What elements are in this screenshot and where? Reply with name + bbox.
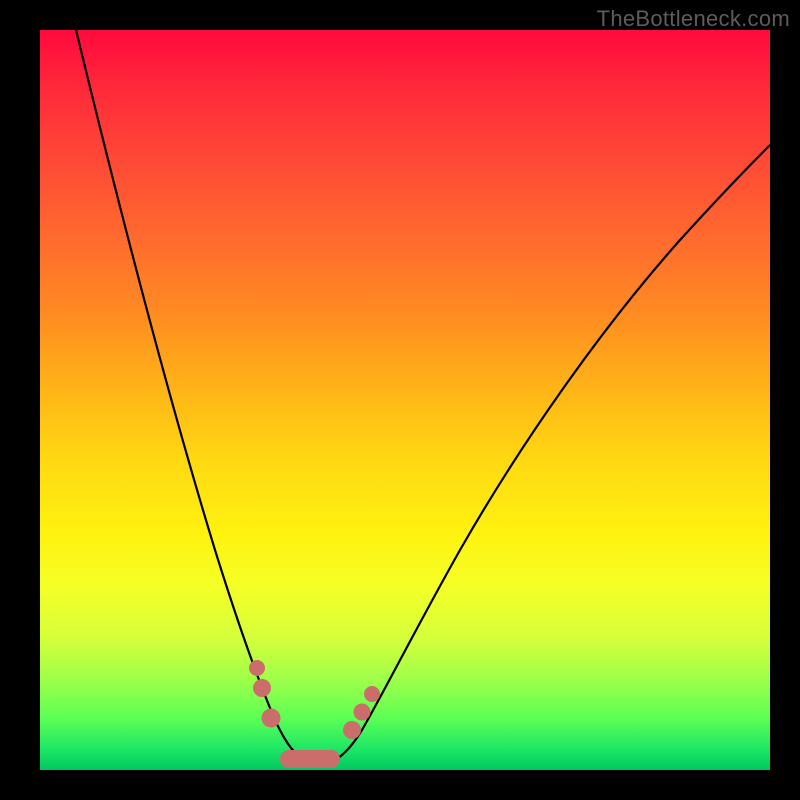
plot-area xyxy=(40,30,770,770)
bottleneck-curve xyxy=(76,30,770,764)
marker-dot xyxy=(262,709,281,728)
marker-dot xyxy=(343,721,361,739)
marker-dot xyxy=(354,704,371,721)
marker-bar xyxy=(280,750,340,768)
chart-frame: TheBottleneck.com xyxy=(0,0,800,800)
marker-dot xyxy=(364,686,380,702)
watermark-text: TheBottleneck.com xyxy=(597,6,790,32)
marker-dot xyxy=(249,660,265,676)
marker-dot xyxy=(253,679,271,697)
curve-svg xyxy=(40,30,770,770)
